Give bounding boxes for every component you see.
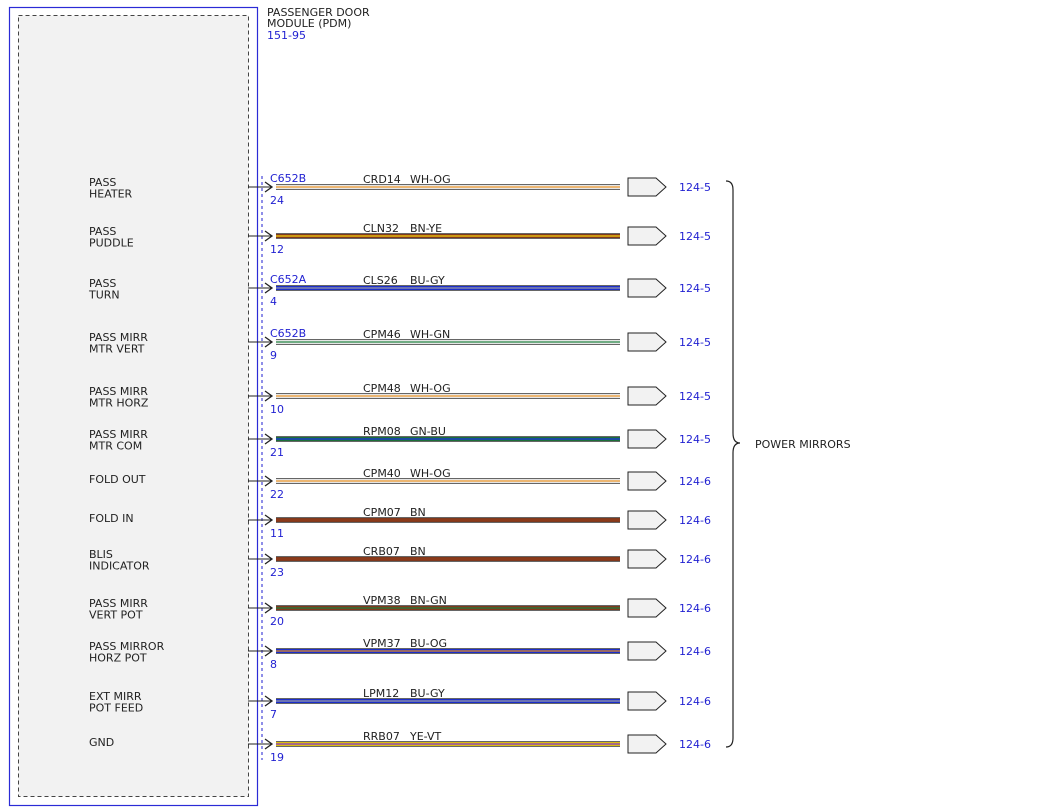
destination-page-link[interactable]: 124-5 [679, 336, 711, 349]
destination-connector [627, 734, 667, 754]
pin-number: 4 [270, 295, 277, 308]
destination-connector [627, 332, 667, 352]
circuit-id: VPM38 [363, 594, 401, 607]
wire-color-code: GN-BU [410, 425, 446, 438]
circuit-id: CRD14 [363, 173, 401, 186]
wire-color-code: WH-GN [410, 328, 450, 341]
destination-connector [627, 278, 667, 298]
wiring-diagram: PASSENGER DOOR MODULE (PDM) 151-95 POWER… [8, 6, 851, 807]
circuit-id: LPM12 [363, 687, 399, 700]
destination-page-link[interactable]: 124-6 [679, 602, 711, 615]
wire-color-code: BN [410, 545, 426, 558]
circuit-id: VPM37 [363, 637, 401, 650]
destination-connector [627, 471, 667, 491]
pin-number: 9 [270, 349, 277, 362]
wire-color-code: BN-GN [410, 594, 447, 607]
wire-color-code: BN [410, 506, 426, 519]
pin-number: 7 [270, 708, 277, 721]
wire-color-code: WH-OG [410, 173, 451, 186]
destination-page-link[interactable]: 124-6 [679, 738, 711, 751]
destination-connector [627, 641, 667, 661]
circuit-id: CRB07 [363, 545, 400, 558]
circuit-id: CLS26 [363, 274, 398, 287]
destination-page-link[interactable]: 124-5 [679, 230, 711, 243]
pin-number: 20 [270, 615, 284, 628]
pin-label-11: FOLD IN [89, 512, 134, 525]
wire-color-code: WH-OG [410, 382, 451, 395]
destination-page-link[interactable]: 124-5 [679, 181, 711, 194]
pin-label-4: TURN [88, 289, 120, 302]
wire-color-code: BU-OG [410, 637, 447, 650]
destination-connector [627, 510, 667, 530]
pin-label-9: MTR VERT [89, 343, 145, 356]
destination-page-link[interactable]: 124-6 [679, 695, 711, 708]
pin-label-22: FOLD OUT [89, 473, 146, 486]
destination-connector [627, 549, 667, 569]
wire-color-code: BU-GY [410, 687, 445, 700]
connector-link[interactable]: C652B [270, 172, 306, 185]
pin-label-7: POT FEED [89, 702, 143, 715]
circuit-id: CPM07 [363, 506, 401, 519]
pin-number: 23 [270, 566, 284, 579]
wire-color-code: WH-OG [410, 467, 451, 480]
connector-link[interactable]: C652B [270, 327, 306, 340]
pin-number: 19 [270, 751, 284, 764]
destination-page-link[interactable]: 124-6 [679, 514, 711, 527]
pin-label-24: HEATER [89, 188, 133, 201]
pin-number: 22 [270, 488, 284, 501]
module-code-link[interactable]: 151-95 [267, 29, 306, 42]
pin-label-19: GND [89, 736, 114, 749]
pin-number: 12 [270, 243, 284, 256]
circuit-id: CPM46 [363, 328, 401, 341]
pin-label-20: VERT POT [89, 609, 143, 622]
power-mirrors-brace [725, 180, 741, 748]
destination-page-link[interactable]: 124-6 [679, 553, 711, 566]
pin-number: 24 [270, 194, 284, 207]
connector-link[interactable]: C652A [270, 273, 307, 286]
destination-page-link[interactable]: 124-5 [679, 390, 711, 403]
destination-connector [627, 177, 667, 197]
wire-color-code: YE-VT [409, 730, 442, 743]
pin-number: 11 [270, 527, 284, 540]
circuit-id: CPM40 [363, 467, 401, 480]
wire-color-code: BN-YE [410, 222, 442, 235]
destination-connector [627, 226, 667, 246]
circuit-id: RPM08 [363, 425, 401, 438]
circuit-id: CLN32 [363, 222, 399, 235]
pin-label-12: PUDDLE [89, 237, 134, 250]
circuit-id: CPM48 [363, 382, 401, 395]
wire-color-code: BU-GY [410, 274, 445, 287]
destination-connector [627, 386, 667, 406]
pin-number: 21 [270, 446, 284, 459]
group-label: POWER MIRRORS [755, 438, 851, 451]
pin-label-8: HORZ POT [89, 652, 147, 665]
pin-number: 8 [270, 658, 277, 671]
destination-page-link[interactable]: 124-5 [679, 282, 711, 295]
pin-label-21: MTR COM [89, 440, 142, 453]
destination-connector [627, 691, 667, 711]
pin-label-10: MTR HORZ [89, 397, 149, 410]
destination-connector [627, 598, 667, 618]
destination-page-link[interactable]: 124-5 [679, 433, 711, 446]
pin-label-23: INDICATOR [89, 560, 150, 573]
destination-page-link[interactable]: 124-6 [679, 645, 711, 658]
destination-connector [627, 429, 667, 449]
pin-number: 10 [270, 403, 284, 416]
circuit-id: RRB07 [363, 730, 400, 743]
destination-page-link[interactable]: 124-6 [679, 475, 711, 488]
